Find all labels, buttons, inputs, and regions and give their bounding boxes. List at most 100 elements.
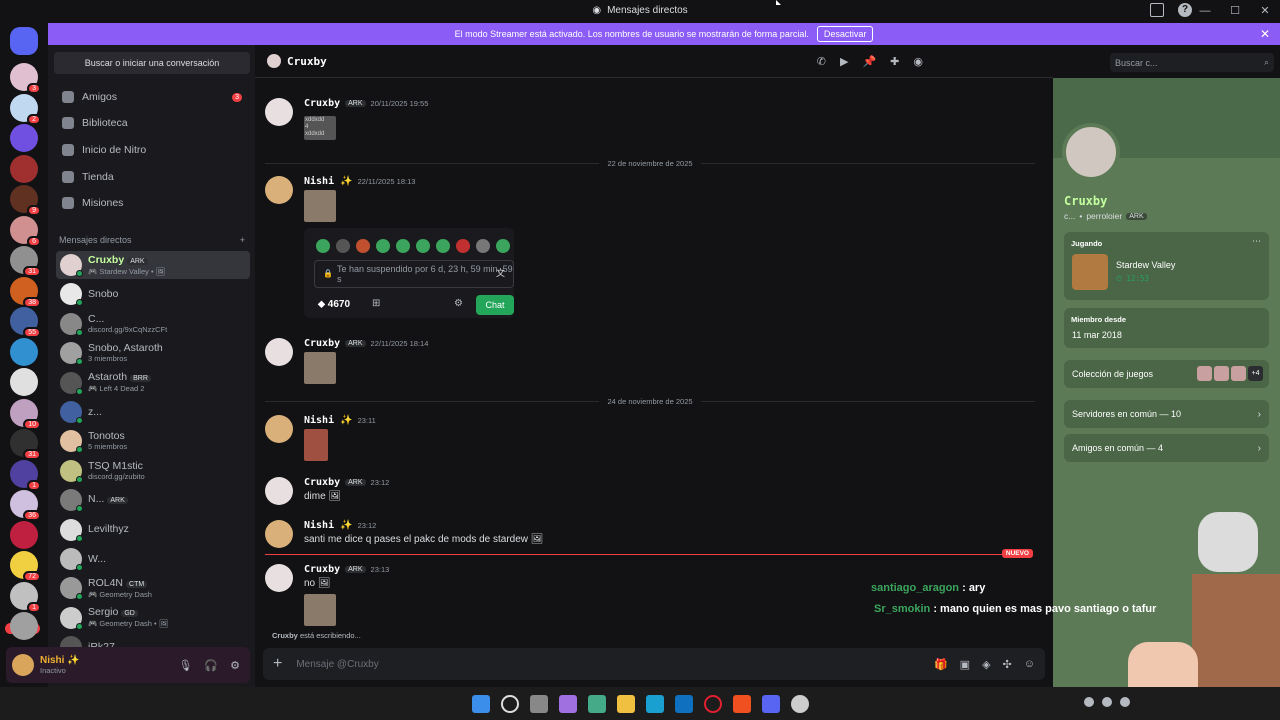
server-icon[interactable]: 72 — [10, 551, 41, 582]
task-view-icon[interactable] — [529, 694, 548, 713]
close-icon[interactable]: ✕ — [1260, 27, 1270, 41]
dm-item[interactable]: W... — [56, 545, 250, 573]
copilot-icon[interactable] — [558, 694, 577, 713]
emoji-icon[interactable]: ☺ — [1024, 658, 1035, 671]
server-icon[interactable] — [10, 154, 38, 183]
image-attachment[interactable]: xddxdd 4 xddxdd — [304, 116, 336, 140]
profile-icon[interactable]: ◉ — [913, 55, 923, 68]
more-icon[interactable]: ⋯ — [1252, 236, 1261, 247]
nav-quests[interactable]: Misiones — [56, 191, 250, 215]
image-attachment[interactable] — [304, 594, 336, 626]
server-icon[interactable]: 31 — [10, 246, 41, 277]
call-icon[interactable]: ✆ — [817, 55, 826, 68]
inbox-icon[interactable] — [1150, 3, 1164, 17]
maximize-button[interactable]: ☐ — [1220, 4, 1250, 17]
avatar[interactable] — [265, 564, 293, 592]
avatar[interactable] — [265, 520, 293, 548]
translate-icon[interactable]: 文 — [496, 268, 505, 278]
dm-item[interactable]: ROL4N CTM 🎮 Geometry Dash — [56, 574, 250, 602]
add-dm-button[interactable]: + — [240, 235, 245, 245]
settings-icon[interactable]: ⚙ — [230, 659, 240, 672]
server-icon[interactable] — [10, 124, 38, 152]
pin-icon[interactable]: 📌 — [862, 55, 876, 68]
dm-item[interactable]: Snobo, Astaroth 3 miembros — [56, 339, 250, 367]
dm-item[interactable]: Astaroth BRR 🎮 Left 4 Dead 2 — [56, 369, 250, 397]
dm-item[interactable]: Sergio GD 🎮 Geometry Dash • 🖼 — [56, 604, 250, 632]
dm-item[interactable]: Snobo — [56, 280, 250, 308]
dm-item[interactable]: N... ARK — [56, 486, 250, 514]
server-icon[interactable]: 36 — [10, 490, 41, 521]
server-icon[interactable]: 10 — [10, 398, 41, 430]
headphones-icon[interactable]: 🎧 — [204, 659, 218, 672]
chat-button[interactable]: Chat — [476, 295, 514, 315]
nav-friends[interactable]: Amigos 3 — [56, 85, 250, 109]
emoji-icon[interactable] — [376, 239, 390, 253]
dm-item[interactable]: TSQ M1stic discord.gg/zubito — [56, 457, 250, 485]
image-attachment[interactable] — [304, 190, 336, 222]
dm-item[interactable]: z... — [56, 398, 250, 426]
server-icon[interactable]: 1 — [10, 581, 41, 613]
nav-library[interactable]: Biblioteca — [56, 111, 250, 135]
mic-icon[interactable]: 🎙 — [178, 659, 192, 672]
dm-item[interactable]: Cruxby ARK 🎮 Stardew Valley • 🖼 — [56, 251, 250, 279]
emoji-icon[interactable] — [316, 239, 330, 253]
server-icon[interactable] — [10, 368, 38, 396]
image-attachment[interactable] — [304, 352, 336, 384]
nav-nitro[interactable]: Inicio de Nitro — [56, 138, 250, 162]
tray-icon[interactable] — [1102, 697, 1112, 707]
tray-icon[interactable] — [1120, 697, 1130, 707]
mutual-friends-card[interactable]: Amigos en común — 4 › — [1064, 434, 1269, 462]
server-icon[interactable]: 55 — [10, 307, 41, 338]
minimize-button[interactable]: — — [1190, 5, 1220, 17]
gift-icon[interactable]: 🎁 — [934, 658, 948, 671]
discord-icon[interactable] — [761, 694, 780, 713]
server-icon[interactable]: 6 — [10, 215, 41, 247]
server-icon[interactable]: 1 — [10, 459, 41, 491]
emoji-icon[interactable] — [336, 239, 350, 253]
avatar[interactable] — [265, 415, 293, 443]
mutual-servers-card[interactable]: Servidores en común — 10 › — [1064, 400, 1269, 428]
server-icon[interactable]: 38 — [10, 276, 41, 308]
server-icon[interactable]: 31 — [10, 429, 41, 460]
avatar[interactable] — [265, 477, 293, 505]
dm-item[interactable]: Levilthyz — [56, 516, 250, 544]
server-icon[interactable] — [10, 337, 38, 366]
tray-icon[interactable] — [1084, 697, 1094, 707]
emoji-icon[interactable] — [456, 239, 470, 253]
avatar[interactable] — [265, 176, 293, 204]
emoji-icon[interactable] — [416, 239, 430, 253]
sticker-icon[interactable]: ◈ — [982, 658, 990, 671]
suspended-input[interactable]: 🔒 Te han suspendido por 6 d, 23 h, 59 min… — [314, 260, 514, 288]
home-button[interactable] — [10, 27, 38, 55]
nav-shop[interactable]: Tienda — [56, 165, 250, 189]
shop-icon[interactable]: ⊞ — [372, 298, 380, 309]
plus-icon[interactable]: + — [273, 655, 282, 673]
opera-icon[interactable] — [703, 694, 722, 713]
server-icon[interactable]: 3 — [10, 63, 41, 94]
close-window-button[interactable]: ✕ — [1250, 4, 1280, 17]
image-attachment[interactable] — [304, 429, 328, 461]
avatar[interactable] — [265, 98, 293, 126]
dm-item[interactable]: Tonotos 5 miembros — [56, 427, 250, 455]
server-icon[interactable] — [10, 612, 38, 640]
emoji-icon[interactable] — [476, 239, 490, 253]
vscode-icon[interactable] — [674, 694, 693, 713]
dm-item[interactable]: C... discord.gg/9xCqNzzCFt — [56, 310, 250, 338]
gif-icon[interactable]: ▣ — [960, 658, 970, 671]
app-icon[interactable] — [790, 694, 809, 713]
server-icon[interactable] — [10, 520, 38, 549]
emoji-icon[interactable] — [356, 239, 370, 253]
folder-icon[interactable] — [616, 694, 635, 713]
search-input[interactable]: Buscar c... ⌕ — [1110, 53, 1274, 72]
server-icon[interactable]: 9 — [10, 185, 41, 216]
server-icon[interactable]: 2 — [10, 93, 41, 125]
apps-icon[interactable]: ✣ — [1003, 658, 1012, 671]
user-panel[interactable]: Nishi ✨ Inactivo 🎙 🎧 ⚙ — [6, 647, 250, 683]
video-icon[interactable]: ▶ — [840, 55, 848, 68]
deactivate-button[interactable]: Desactivar — [816, 26, 874, 42]
store-icon[interactable] — [587, 694, 606, 713]
avatar[interactable] — [265, 338, 293, 366]
search-icon[interactable] — [500, 694, 519, 713]
start-icon[interactable] — [471, 694, 490, 713]
gear-icon[interactable]: ⚙ — [454, 298, 463, 309]
